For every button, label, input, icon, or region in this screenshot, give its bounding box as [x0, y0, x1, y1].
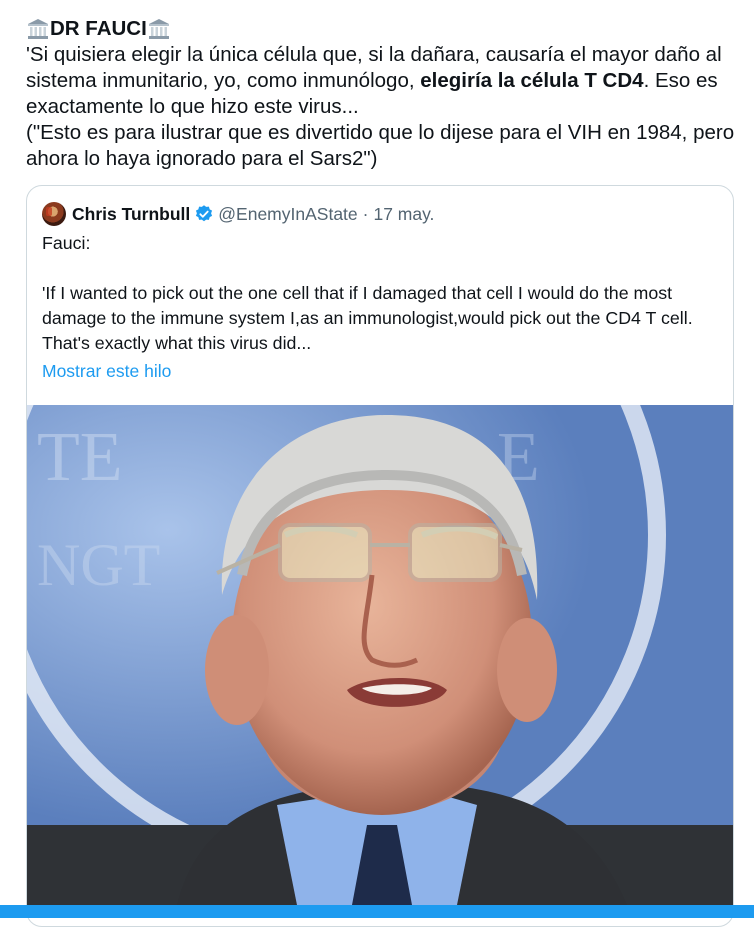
author-name[interactable]: Chris Turnbull [72, 204, 190, 225]
bottom-accent-bar [0, 905, 754, 918]
tweet-note: ("Esto es para ilustrar que es divertido… [26, 121, 735, 170]
avatar[interactable] [42, 202, 66, 226]
classical-building-icon [147, 17, 171, 41]
quoted-tweet-header: Chris Turnbull @EnemyInAState · 17 may. [42, 202, 434, 226]
quoted-tweet-line1: Fauci: [42, 233, 91, 253]
quoted-tweet-text: Fauci: 'If I wanted to pick out the one … [42, 231, 722, 356]
svg-text:NGT: NGT [37, 532, 160, 598]
verified-badge-icon [194, 204, 214, 224]
classical-building-icon [26, 17, 50, 41]
author-handle[interactable]: @EnemyInAState [218, 204, 357, 225]
quoted-tweet-body: 'If I wanted to pick out the one cell th… [42, 283, 693, 353]
tweet-headline: DR FAUCI [26, 16, 741, 42]
tweet-body-bold: elegiría la célula T CD4 [420, 69, 644, 92]
tweet-photo[interactable]: TE NGT E [27, 405, 733, 905]
quoted-tweet-card[interactable]: Chris Turnbull @EnemyInAState · 17 may. … [26, 185, 734, 927]
svg-text:TE: TE [37, 419, 123, 496]
tweet-body: 'Si quisiera elegir la única célula que,… [26, 42, 741, 120]
tweet-title: DR FAUCI [50, 17, 147, 40]
tweet-text: DR FAUCI 'Si quisiera elegir la única cé… [26, 16, 741, 172]
separator-dot: · [362, 203, 369, 224]
tweet-date[interactable]: 17 may. [373, 204, 434, 225]
photo-illustration: TE NGT E [27, 405, 733, 905]
show-thread-link[interactable]: Mostrar este hilo [42, 361, 171, 382]
